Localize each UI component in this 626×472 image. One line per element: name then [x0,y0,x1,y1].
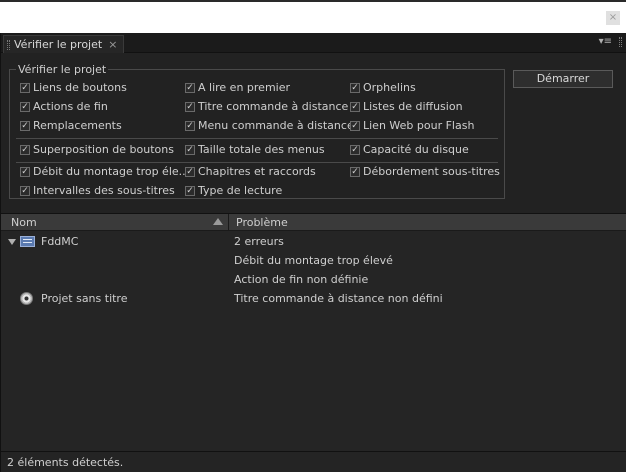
checkbox-box[interactable]: ✓ [350,101,360,112]
checkbox-box[interactable]: ✓ [350,144,360,155]
checkbox-box[interactable]: ✓ [350,166,360,177]
checkbox-label: Liens de boutons [33,81,127,94]
checkbox-edit-bitrate[interactable]: ✓ Débit du montage trop éle... [20,165,189,178]
checkbox-label: Orphelins [363,81,416,94]
checkbox-box[interactable]: ✓ [20,144,30,155]
checkbox-disc-capacity[interactable]: ✓ Capacité du disque [350,143,469,156]
disc-icon [20,292,33,305]
checkbox-box[interactable]: ✓ [350,120,360,131]
status-bar: 2 éléments détectés. [1,451,626,472]
checkbox-label: Chapitres et raccords [198,165,316,178]
column-divider[interactable] [228,214,229,231]
row-name: Projet sans titre [41,292,128,305]
check-options-legend: Vérifier le projet [18,63,107,76]
status-text: 2 éléments détectés. [7,456,124,469]
tab-check-project[interactable]: Vérifier le projet × [3,35,125,53]
separator [16,138,498,139]
column-header-name[interactable]: Nom [11,215,37,230]
checkbox-label: Débit du montage trop éle... [33,165,190,178]
checkbox-button-overlap[interactable]: ✓ Superposition de boutons [20,143,174,156]
checkbox-label: Listes de diffusion [363,100,463,113]
checkbox-box[interactable]: ✓ [20,166,30,177]
results-table: Nom Problème FddMC 2 erreurs Débit du mo… [1,213,626,451]
checkbox-button-links[interactable]: ✓ Liens de boutons [20,81,127,94]
checkbox-label: Superposition de boutons [33,143,174,156]
checkbox-menu-remote[interactable]: ✓ Menu commande à distance [185,119,354,132]
checkbox-first-play[interactable]: ✓ A lire en premier [185,81,290,94]
checkbox-label: Débordement sous-titres [363,165,500,178]
column-header-problem[interactable]: Problème [236,215,288,230]
checkbox-box[interactable]: ✓ [350,82,360,93]
checkbox-label: Intervalles des sous-titres [33,184,175,197]
checkbox-label: Titre commande à distance [198,100,349,113]
checkbox-label: Type de lecture [198,184,283,197]
sort-ascending-icon[interactable] [213,218,223,225]
table-row[interactable]: Débit du montage trop élevé [1,251,626,270]
separator [16,162,498,163]
checkbox-label: Lien Web pour Flash [363,119,475,132]
table-header: Nom Problème [1,214,626,231]
table-row[interactable]: Action de fin non définie [1,270,626,289]
checkbox-orphans[interactable]: ✓ Orphelins [350,81,416,94]
checkbox-label: Menu commande à distance [198,119,354,132]
table-row[interactable]: Projet sans titre Titre commande à dista… [1,289,626,308]
checkbox-chapters-links[interactable]: ✓ Chapitres et raccords [185,165,316,178]
checkbox-box[interactable]: ✓ [185,185,195,196]
checkbox-label: Actions de fin [33,100,108,113]
checkbox-subtitle-overflow[interactable]: ✓ Débordement sous-titres [350,165,500,178]
check-project-panel: Vérifier le projet × ▾≡ Vérifier le proj… [0,33,626,472]
row-problem: Débit du montage trop élevé [234,254,393,267]
window-top-area: × [0,0,626,33]
check-options-group: Vérifier le projet ✓ Liens de boutons ✓ … [9,63,505,199]
checkbox-flash-web-link[interactable]: ✓ Lien Web pour Flash [350,119,474,132]
checkbox-box[interactable]: ✓ [20,101,30,112]
checkbox-playlists[interactable]: ✓ Listes de diffusion [350,100,463,113]
checkbox-subtitle-intervals[interactable]: ✓ Intervalles des sous-titres [20,184,175,197]
tab-close-icon[interactable]: × [108,38,117,51]
row-problem: 2 erreurs [234,235,284,248]
checkbox-label: A lire en premier [198,81,291,94]
start-button[interactable]: Démarrer [513,70,613,88]
table-row[interactable]: FddMC 2 erreurs [1,232,626,251]
checkbox-overrides[interactable]: ✓ Remplacements [20,119,122,132]
panel-tab-bar: Vérifier le projet × ▾≡ [1,33,626,53]
checkbox-box[interactable]: ✓ [185,120,195,131]
row-problem: Titre commande à distance non défini [234,292,443,305]
checkbox-box[interactable]: ✓ [185,144,195,155]
checkbox-box[interactable]: ✓ [20,185,30,196]
checkbox-box[interactable]: ✓ [185,101,195,112]
checkbox-label: Remplacements [33,119,122,132]
checkbox-menu-total-size[interactable]: ✓ Taille totale des menus [185,143,325,156]
grip-icon[interactable] [7,40,10,50]
panel-menu-icon[interactable]: ▾≡ [599,36,612,47]
checkbox-box[interactable]: ✓ [185,166,195,177]
close-icon[interactable]: × [606,11,620,25]
checkbox-label: Capacité du disque [363,143,469,156]
expand-triangle-icon[interactable] [8,239,16,245]
checkbox-box[interactable]: ✓ [20,120,30,131]
checkbox-title-remote[interactable]: ✓ Titre commande à distance [185,100,348,113]
tab-title: Vérifier le projet [14,38,103,51]
panel-grip-icon[interactable] [619,37,622,47]
checkbox-end-actions[interactable]: ✓ Actions de fin [20,100,108,113]
menu-icon [20,236,35,247]
checkbox-box[interactable]: ✓ [20,82,30,93]
row-problem: Action de fin non définie [234,273,369,286]
checkbox-label: Taille totale des menus [198,143,325,156]
checkbox-box[interactable]: ✓ [185,82,195,93]
checkbox-playback-type[interactable]: ✓ Type de lecture [185,184,282,197]
row-name: FddMC [41,235,79,248]
